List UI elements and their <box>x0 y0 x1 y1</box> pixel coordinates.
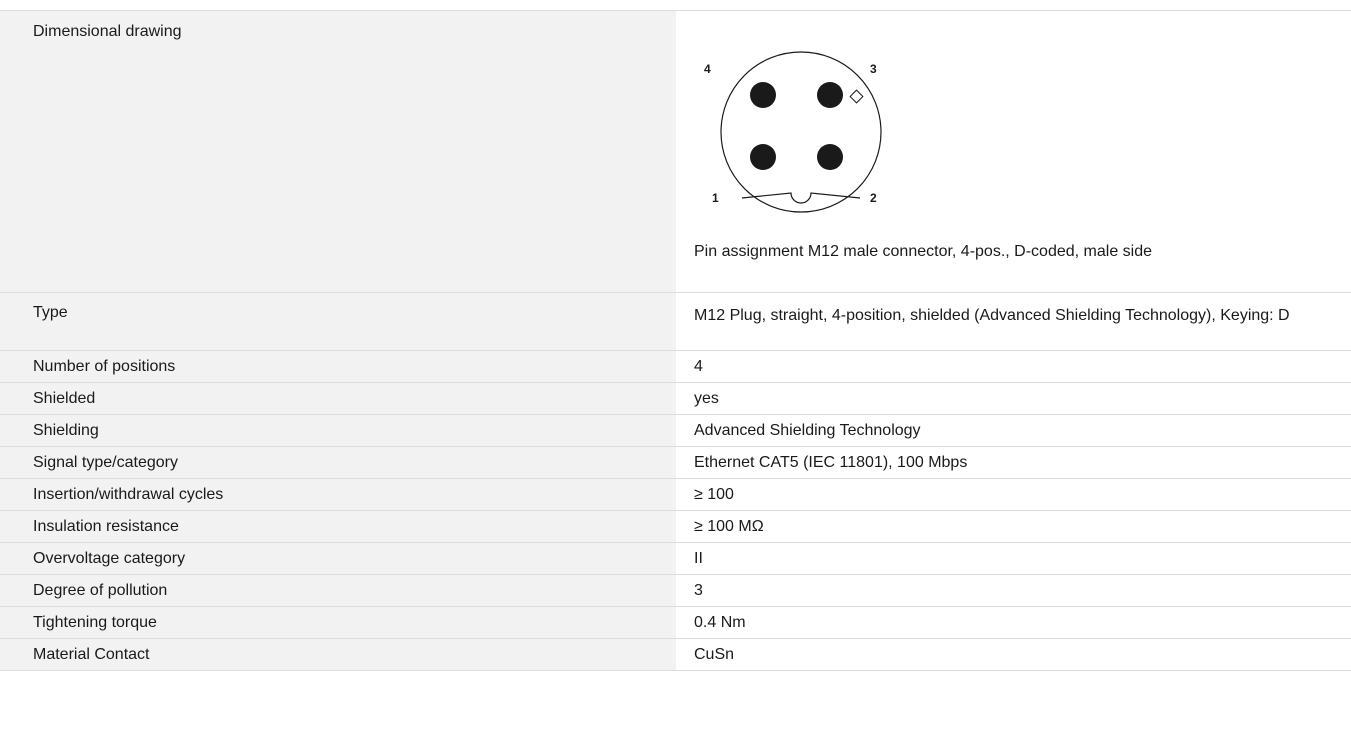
table-row-dimensional-drawing: Dimensional drawing 4 3 1 2 Pin assignme… <box>0 11 1351 293</box>
row-label: Degree of pollution <box>0 575 676 606</box>
dimensional-drawing-label: Dimensional drawing <box>33 23 182 40</box>
spec-label: Overvoltage category <box>33 549 186 567</box>
row-label: Material Contact <box>0 639 676 670</box>
spec-value: yes <box>694 390 719 407</box>
row-value: 3 <box>676 575 1351 606</box>
row-value: 4 3 1 2 Pin assignment M12 male connecto… <box>676 11 1351 292</box>
pin-label-2: 2 <box>870 191 877 205</box>
spec-label: Degree of pollution <box>33 581 168 599</box>
row-label: Dimensional drawing <box>0 11 676 292</box>
row-value: yes <box>676 383 1351 414</box>
spec-value: CuSn <box>694 646 735 663</box>
spec-value: 4 <box>694 358 703 375</box>
spec-value: Ethernet CAT5 (IEC 11801), 100 Mbps <box>694 454 968 471</box>
row-value: CuSn <box>676 639 1351 670</box>
row-value: M12 Plug, straight, 4-position, shielded… <box>676 293 1351 350</box>
table-row: Material Contact CuSn <box>0 639 1351 671</box>
spec-label: Shielded <box>33 389 96 407</box>
spec-label: Material Contact <box>33 645 150 663</box>
row-label: Shielded <box>0 383 676 414</box>
spec-value: 3 <box>694 582 703 599</box>
key-notch <box>849 89 864 104</box>
row-label: Type <box>0 293 676 350</box>
table-row: Insulation resistance ≥ 100 MΩ <box>0 511 1351 543</box>
pin-label-4: 4 <box>704 62 711 76</box>
row-value: 4 <box>676 351 1351 382</box>
row-value: Advanced Shielding Technology <box>676 415 1351 446</box>
row-value: II <box>676 543 1351 574</box>
row-label: Shielding <box>0 415 676 446</box>
table-row: Number of positions 4 <box>0 351 1351 383</box>
spec-label: Shielding <box>33 421 99 439</box>
pin-2 <box>817 144 843 170</box>
pin-4 <box>750 82 776 108</box>
row-label: Number of positions <box>0 351 676 382</box>
spec-table: Dimensional drawing 4 3 1 2 Pin assignme… <box>0 0 1351 671</box>
table-row: Signal type/category Ethernet CAT5 (IEC … <box>0 447 1351 479</box>
pin-label-3: 3 <box>870 62 877 76</box>
row-value: Ethernet CAT5 (IEC 11801), 100 Mbps <box>676 447 1351 478</box>
spec-value: M12 Plug, straight, 4-position, shielded… <box>694 307 1290 324</box>
coding-groove <box>741 192 861 204</box>
spec-value: 0.4 Nm <box>694 614 746 631</box>
spec-label: Tightening torque <box>33 613 157 631</box>
spec-value: Advanced Shielding Technology <box>694 422 921 439</box>
table-row: Tightening torque 0.4 Nm <box>0 607 1351 639</box>
spec-label: Insertion/withdrawal cycles <box>33 485 224 503</box>
table-row: Type M12 Plug, straight, 4-position, shi… <box>0 293 1351 351</box>
top-divider <box>0 0 1351 11</box>
table-row: Shielded yes <box>0 383 1351 415</box>
spec-value: II <box>694 550 703 567</box>
table-row: Shielding Advanced Shielding Technology <box>0 415 1351 447</box>
spec-label: Signal type/category <box>33 453 178 471</box>
pin-assignment-caption: Pin assignment M12 male connector, 4-pos… <box>694 243 1153 260</box>
table-row: Insertion/withdrawal cycles ≥ 100 <box>0 479 1351 511</box>
spec-value: ≥ 100 MΩ <box>694 518 764 535</box>
row-value: ≥ 100 MΩ <box>676 511 1351 542</box>
row-label: Tightening torque <box>0 607 676 638</box>
row-label: Signal type/category <box>0 447 676 478</box>
row-value: ≥ 100 <box>676 479 1351 510</box>
connector-outline <box>720 51 882 213</box>
pin-label-1: 1 <box>712 191 719 205</box>
spec-label: Insulation resistance <box>33 517 179 535</box>
spec-label: Number of positions <box>33 357 176 375</box>
spec-label: Type <box>33 304 68 321</box>
pin-1 <box>750 144 776 170</box>
row-label: Overvoltage category <box>0 543 676 574</box>
spec-value: ≥ 100 <box>694 486 734 503</box>
row-label: Insertion/withdrawal cycles <box>0 479 676 510</box>
row-value: 0.4 Nm <box>676 607 1351 638</box>
pin-3 <box>817 82 843 108</box>
row-label: Insulation resistance <box>0 511 676 542</box>
pin-assignment-diagram: 4 3 1 2 <box>704 51 882 213</box>
table-row: Overvoltage category II <box>0 543 1351 575</box>
table-row: Degree of pollution 3 <box>0 575 1351 607</box>
